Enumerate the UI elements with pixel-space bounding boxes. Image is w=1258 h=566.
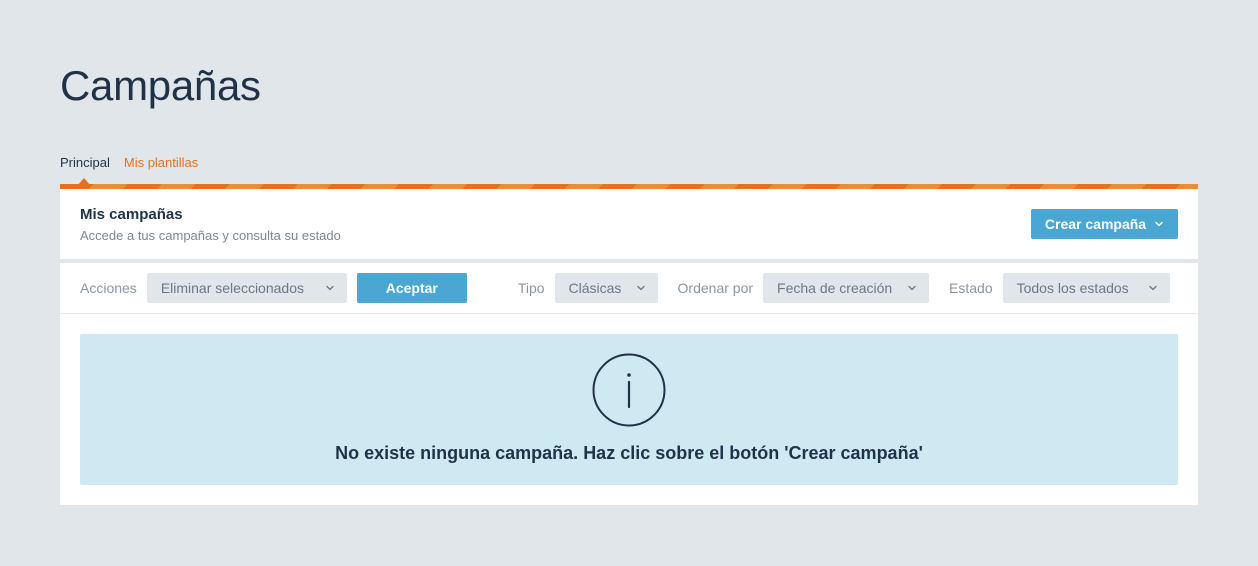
panel-subtitle: Accede a tus campañas y consulta su esta… [80,228,341,243]
tab-principal[interactable]: Principal [60,156,110,186]
state-label: Estado [949,280,993,296]
filters-bar: Acciones Eliminar seleccionados Aceptar … [80,273,1178,303]
empty-state-message: No existe ninguna campaña. Haz clic sobr… [335,443,923,463]
order-select-value: Fecha de creación [777,280,893,296]
type-label: Tipo [517,280,545,296]
create-campaign-button[interactable]: Crear campaña [1031,209,1178,239]
chevron-down-icon [636,285,645,291]
chevron-down-icon [1155,221,1163,227]
panel-accent-bar [60,184,1198,189]
chevron-down-icon [908,285,916,291]
type-select[interactable]: Clásicas [554,273,658,303]
actions-select-value: Eliminar seleccionados [160,280,304,296]
filters-separator [60,313,1198,314]
state-select-value: Todos los estados [1016,280,1129,296]
state-select[interactable]: Todos los estados [1002,273,1170,303]
info-icon [592,353,666,427]
tabs: Principal Mis plantillas [60,156,198,186]
tab-mis-plantillas[interactable]: Mis plantillas [124,156,198,186]
accept-button[interactable]: Aceptar [356,273,467,303]
panel-title: Mis campañas [80,206,183,223]
actions-select[interactable]: Eliminar seleccionados [146,273,347,303]
chevron-down-icon [1148,285,1157,291]
chevron-down-icon [326,285,334,291]
section-divider [60,259,1198,263]
type-select-value: Clásicas [568,280,622,296]
tab-mis-plantillas-label: Mis plantillas [123,155,199,170]
campaigns-page: Campañas Principal Mis plantillas Mis ca… [0,0,1258,566]
tab-principal-label: Principal [60,155,110,170]
campaigns-panel: Mis campañas Accede a tus campañas y con… [60,184,1198,505]
panel-header: Mis campañas Accede a tus campañas y con… [80,206,341,243]
order-label: Ordenar por [677,280,754,296]
order-select[interactable]: Fecha de creación [763,273,930,303]
empty-state-notice: No existe ninguna campaña. Haz clic sobr… [80,334,1178,485]
page-title: Campañas [60,62,261,109]
actions-label: Acciones [80,280,137,296]
create-campaign-label: Crear campaña [1044,216,1147,232]
